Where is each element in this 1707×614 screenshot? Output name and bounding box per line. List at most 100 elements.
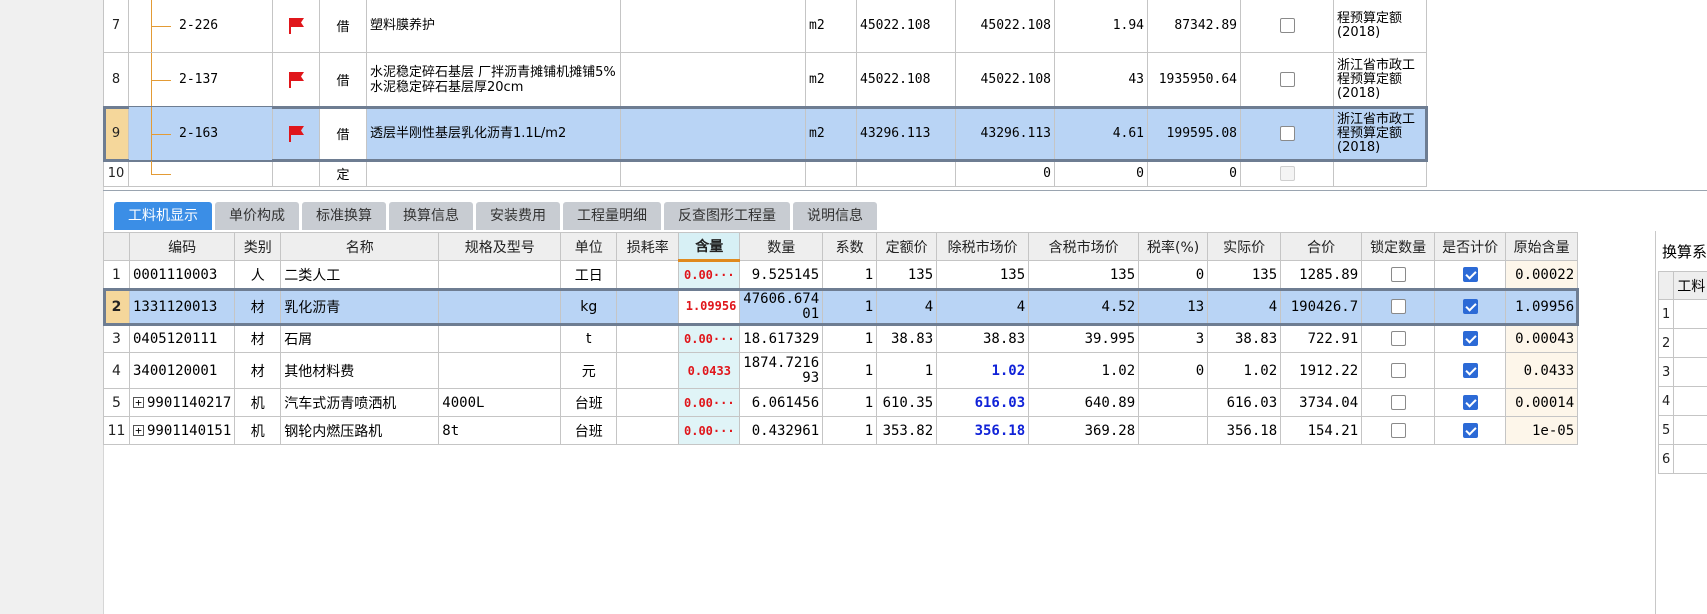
material-category[interactable]: 材 (234, 324, 282, 353)
side-row[interactable]: 5 (1657, 415, 1707, 445)
column-header[interactable]: 损耗率 (616, 232, 680, 261)
material-row[interactable]: 5 +9901140217 机汽车式沥青喷洒机 4000L 台班 0.00··· 6.061… (103, 388, 1579, 417)
column-header[interactable]: 合价 (1280, 232, 1363, 261)
material-market-price-in-tax[interactable]: 4.52 (1028, 288, 1140, 325)
side-row-number[interactable]: 6 (1657, 444, 1675, 474)
quota-name[interactable]: 塑料膜养护 (366, 0, 621, 53)
row-number[interactable]: 9 (103, 106, 129, 161)
side-row-number[interactable]: 1 (1657, 299, 1675, 329)
quota-code-cell[interactable]: 2-226 (128, 0, 273, 53)
side-row-cell[interactable] (1673, 415, 1707, 445)
material-tax-rate[interactable]: 0 (1138, 352, 1209, 389)
lock-qty-cell[interactable] (1361, 288, 1436, 325)
column-header[interactable]: 数量 (739, 232, 824, 261)
quota-unit[interactable]: m2 (805, 52, 857, 107)
row-number[interactable]: 11 (103, 416, 130, 445)
quota-type[interactable]: 借 (319, 0, 367, 53)
quota-row[interactable]: 8 2-137 借水泥稳定碎石基层 厂拌沥青摊铺机摊铺5%水泥稳定碎石基层厚20cm… (103, 52, 1427, 107)
material-unit[interactable]: 台班 (560, 388, 618, 417)
material-coefficient[interactable]: 1 (822, 388, 878, 417)
column-header[interactable]: 原始含量 (1505, 232, 1579, 261)
material-content[interactable]: 0.00··· (678, 388, 741, 417)
side-row-number[interactable]: 3 (1657, 357, 1675, 387)
quota-name[interactable]: 透层半刚性基层乳化沥青1.1L/m2 (366, 106, 621, 161)
quota-code-cell[interactable]: 2-137 (128, 52, 273, 107)
material-market-price-in-tax[interactable]: 39.995 (1028, 324, 1140, 353)
row-number[interactable]: 10 (103, 160, 129, 187)
lock-qty-cell[interactable] (1361, 416, 1436, 445)
material-unit[interactable]: kg (560, 288, 618, 325)
material-quantity[interactable]: 1874.721693 (739, 352, 824, 389)
material-code-cell[interactable]: 3400120001 (128, 352, 236, 389)
material-code-cell[interactable]: 0001110003 (128, 260, 236, 289)
quota-qty[interactable]: 45022.108 (955, 52, 1055, 107)
material-quantity[interactable]: 47606.67401 (739, 288, 824, 325)
is-priced-checkbox[interactable] (1462, 395, 1478, 410)
column-header[interactable]: 类别 (234, 232, 282, 261)
quota-checkbox[interactable] (1279, 126, 1295, 141)
tab-2[interactable]: 标准换算 (302, 202, 386, 230)
quota-qty-expression[interactable]: 45022.108 (856, 0, 956, 53)
quota-name[interactable] (366, 160, 621, 187)
material-row[interactable]: 4 3400120001 材其他材料费元 0.0433 1874.721693 1 1 1.0… (103, 352, 1579, 389)
column-header[interactable]: 定额价 (876, 232, 938, 261)
is-priced-cell[interactable] (1434, 288, 1507, 325)
material-coefficient[interactable]: 1 (822, 416, 878, 445)
material-unit[interactable]: 工日 (560, 260, 618, 289)
side-row-cell[interactable] (1673, 328, 1707, 358)
lock-qty-checkbox[interactable] (1390, 267, 1406, 282)
material-row[interactable]: 11 +9901140151 机钢轮内燃压路机 8t 台班 0.00··· 0.432961… (103, 416, 1579, 445)
is-priced-checkbox[interactable] (1462, 331, 1478, 346)
material-code-cell[interactable]: +9901140217 (128, 388, 236, 417)
material-spec[interactable] (438, 352, 562, 389)
column-header[interactable]: 系数 (822, 232, 878, 261)
material-category[interactable]: 材 (234, 288, 282, 325)
quota-type[interactable]: 借 (319, 52, 367, 107)
side-row[interactable]: 1 (1657, 299, 1707, 329)
material-code-cell[interactable]: 1331120013 (128, 288, 236, 325)
quota-name[interactable]: 水泥稳定碎石基层 厂拌沥青摊铺机摊铺5%水泥稳定碎石基层厚20cm (366, 52, 621, 107)
lock-qty-checkbox[interactable] (1390, 423, 1406, 438)
material-unit[interactable]: 台班 (560, 416, 618, 445)
is-priced-cell[interactable] (1434, 388, 1507, 417)
column-header[interactable]: 实际价 (1207, 232, 1282, 261)
column-header[interactable] (103, 232, 130, 261)
row-number[interactable]: 2 (103, 288, 130, 325)
quota-unit[interactable]: m2 (805, 106, 857, 161)
quota-code-cell[interactable]: 2-163 (128, 106, 273, 161)
material-market-price-in-tax[interactable]: 369.28 (1028, 416, 1140, 445)
lock-qty-cell[interactable] (1361, 260, 1436, 289)
material-name[interactable]: 石屑 (280, 324, 440, 353)
material-market-price-ex-tax[interactable]: 135 (936, 260, 1030, 289)
material-code-cell[interactable]: +9901140151 (128, 416, 236, 445)
material-loss-rate[interactable] (616, 352, 680, 389)
material-code-cell[interactable]: 0405120111 (128, 324, 236, 353)
column-header[interactable]: 编码 (128, 232, 236, 261)
material-loss-rate[interactable] (616, 324, 680, 353)
quota-spec[interactable] (620, 160, 806, 187)
material-category[interactable]: 机 (234, 416, 282, 445)
tab-6[interactable]: 反查图形工程量 (664, 202, 790, 230)
material-loss-rate[interactable] (616, 260, 680, 289)
column-header[interactable]: 单位 (560, 232, 618, 261)
material-content[interactable]: 0.0433 (678, 352, 741, 389)
material-category[interactable]: 材 (234, 352, 282, 389)
row-number[interactable]: 5 (103, 388, 130, 417)
quota-type[interactable]: 定 (319, 160, 367, 187)
is-priced-checkbox[interactable] (1462, 299, 1478, 314)
quota-unit[interactable] (805, 160, 857, 187)
expand-icon[interactable]: + (133, 425, 144, 436)
side-row[interactable]: 6 (1657, 444, 1707, 474)
material-quantity[interactable]: 0.432961 (739, 416, 824, 445)
side-row[interactable]: 4 (1657, 386, 1707, 416)
side-row-cell[interactable] (1673, 386, 1707, 416)
material-coefficient[interactable]: 1 (822, 260, 878, 289)
material-name[interactable]: 汽车式沥青喷洒机 (280, 388, 440, 417)
material-row[interactable]: 2 1331120013 材乳化沥青 kg 1.09956 47606.67401 1 4 4 4… (102, 287, 1579, 326)
side-row-number[interactable]: 2 (1657, 328, 1675, 358)
quota-checkbox[interactable] (1279, 72, 1295, 87)
pane-divider[interactable] (103, 190, 1707, 191)
quota-row[interactable]: 7 2-226 借塑料膜养护 m2 45022.108 45022.108 1.94 8734… (103, 0, 1427, 53)
quota-unit[interactable]: m2 (805, 0, 857, 53)
tab-7[interactable]: 说明信息 (793, 202, 877, 230)
